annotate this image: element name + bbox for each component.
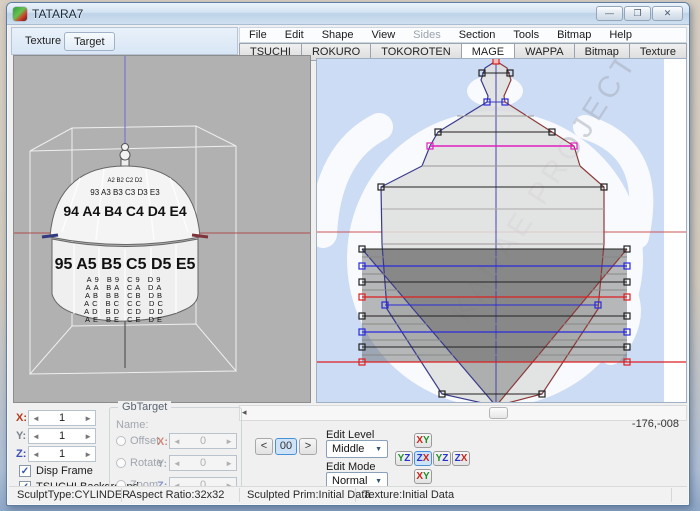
z-axis-label: Z:: [16, 448, 27, 460]
x-spin-value: 1: [58, 412, 66, 424]
menu-bitmap[interactable]: Bitmap: [548, 28, 600, 42]
menu-section[interactable]: Section: [450, 28, 505, 42]
disp-frame-checkbox[interactable]: ✓: [19, 465, 31, 477]
menu-shape[interactable]: Shape: [313, 28, 363, 42]
current-frame-button[interactable]: 00: [275, 438, 297, 455]
edit-level-value: Middle: [332, 443, 365, 455]
status-aspect-ratio: Aspect Ratio:32x32: [129, 489, 225, 501]
x-axis-label: X:: [16, 412, 27, 424]
scroll-thumb[interactable]: [489, 407, 508, 419]
gbtarget-x-label: X:: [157, 436, 168, 448]
close-button[interactable]: ✕: [652, 6, 683, 21]
texture-3d-viewport[interactable]: A2 B2 C2 D2 93 A3 B3 C3 D3 E3 94 A4 B4 C…: [13, 55, 311, 403]
menu-view[interactable]: View: [363, 28, 405, 42]
next-frame-button[interactable]: >: [299, 438, 317, 455]
gbtarget-y-spinner: ◄ 0 ►: [169, 455, 237, 471]
left-edge-mark: [41, 233, 59, 239]
status-sculpted-prim: Sculpted Prim:Initial Data: [247, 489, 371, 501]
mage-edit-canvas[interactable]: KANAE PROJECT: [316, 58, 687, 403]
edit-level-select[interactable]: Middle ▼: [326, 440, 388, 458]
status-texture: Texture:Initial Data: [363, 489, 455, 501]
rotate-radio-row: Rotate: [116, 457, 162, 469]
tab-texture[interactable]: Texture: [16, 32, 70, 51]
z-spin-value: 1: [58, 448, 66, 460]
status-separator: [355, 488, 356, 502]
sculpt-object: A2 B2 C2 D2 93 A3 B3 C3 D3 E3 94 A4 B4 C…: [41, 143, 209, 324]
gbtarget-y-label: Y:: [157, 458, 168, 470]
client-area: Texture Target File Edit Shape View Side…: [9, 26, 687, 504]
gbtarget-x-spinner: ◄ 0 ►: [169, 433, 237, 449]
title-bar[interactable]: TATARA7 — ❐ ✕: [7, 3, 689, 25]
window-controls: — ❐ ✕: [595, 6, 683, 21]
disp-frame-row: ✓ Disp Frame: [19, 465, 93, 477]
gbtarget-title: GbTarget: [118, 401, 172, 413]
svg-text:AE BE CE DE: AE BE CE DE: [85, 315, 165, 324]
minimize-button[interactable]: —: [596, 6, 623, 21]
menu-help[interactable]: Help: [600, 28, 641, 42]
gbtarget-name-label: Name:: [116, 419, 149, 431]
menu-sides: Sides: [413, 29, 441, 41]
y-axis-label: Y:: [16, 430, 27, 442]
rotate-radio[interactable]: [116, 458, 126, 468]
plane-zx-right-button[interactable]: ZX: [452, 451, 470, 466]
y-spinner[interactable]: ◄ 1 ►: [28, 428, 96, 444]
menu-file[interactable]: File: [240, 28, 276, 42]
y-spin-right-icon[interactable]: ►: [84, 432, 92, 441]
texture-3d-scene: A2 B2 C2 D2 93 A3 B3 C3 D3 E3 94 A4 B4 C…: [14, 56, 310, 375]
canvas-horizontal-scrollbar[interactable]: ◂: [239, 405, 687, 421]
mage-edit-scene: KANAE PROJECT: [317, 59, 686, 402]
svg-text:A2 B2 C2 D2: A2 B2 C2 D2: [107, 178, 143, 184]
y-spin-left-icon[interactable]: ◄: [32, 432, 40, 441]
edit-mode-chevron-down-icon: ▼: [375, 477, 382, 485]
app-window: TATARA7 — ❐ ✕ Texture Target File Edit S…: [6, 2, 690, 506]
menu-edit[interactable]: Edit: [276, 28, 313, 42]
scroll-left-arrow[interactable]: ◂: [242, 407, 247, 418]
plane-zx-selected-button[interactable]: ZX: [414, 451, 432, 466]
disp-frame-label: Disp Frame: [36, 465, 93, 477]
plane-xy-bottom-button[interactable]: XY: [414, 469, 432, 484]
plane-yz-left-button[interactable]: YZ: [395, 451, 413, 466]
app-icon: [13, 6, 27, 21]
offset-radio-row: Offset: [116, 435, 159, 447]
x-spinner[interactable]: ◄ 1 ►: [28, 410, 96, 426]
gbtarget-group: GbTarget Name: Offset X: ◄ 0 ► Rotate Y: ◄…: [109, 401, 242, 496]
status-separator: [671, 488, 672, 502]
menu-tools[interactable]: Tools: [504, 28, 548, 42]
cursor-coordinates: -176,-008: [631, 418, 679, 430]
plane-yz-right-button[interactable]: YZ: [433, 451, 451, 466]
status-sculpt-type: SculptType:CYLINDER: [17, 489, 131, 501]
tab-target[interactable]: Target: [64, 32, 115, 51]
edit-level-chevron-down-icon: ▼: [375, 445, 382, 453]
z-spin-left-icon[interactable]: ◄: [32, 450, 40, 459]
offset-radio[interactable]: [116, 436, 126, 446]
menu-bar: File Edit Shape View Sides Section Tools…: [239, 27, 687, 43]
y-spin-value: 1: [58, 430, 66, 442]
window-title: TATARA7: [32, 6, 84, 21]
right-edge-mark: [191, 233, 209, 239]
x-spin-right-icon[interactable]: ►: [84, 414, 92, 423]
svg-text:94 A4 B4 C4 D4 E4: 94 A4 B4 C4 D4 E4: [63, 203, 186, 219]
x-spin-left-icon[interactable]: ◄: [32, 414, 40, 423]
status-separator: [239, 488, 240, 502]
prev-frame-button[interactable]: <: [255, 438, 273, 455]
status-bar: SculptType:CYLINDER Aspect Ratio:32x32 S…: [9, 486, 687, 503]
status-separator: [121, 488, 122, 502]
maximize-button[interactable]: ❐: [624, 6, 651, 21]
offset-label: Offset: [130, 435, 160, 447]
z-spin-right-icon[interactable]: ►: [84, 450, 92, 459]
svg-text:93 A3 B3 C3 D3 E3: 93 A3 B3 C3 D3 E3: [90, 188, 160, 197]
left-tab-strip: Texture Target: [11, 27, 238, 55]
z-spinner[interactable]: ◄ 1 ►: [28, 446, 96, 462]
svg-text:95 A5 B5 C5 D5 E5: 95 A5 B5 C5 D5 E5: [55, 256, 196, 273]
plane-xy-top-button[interactable]: XY: [414, 433, 432, 448]
